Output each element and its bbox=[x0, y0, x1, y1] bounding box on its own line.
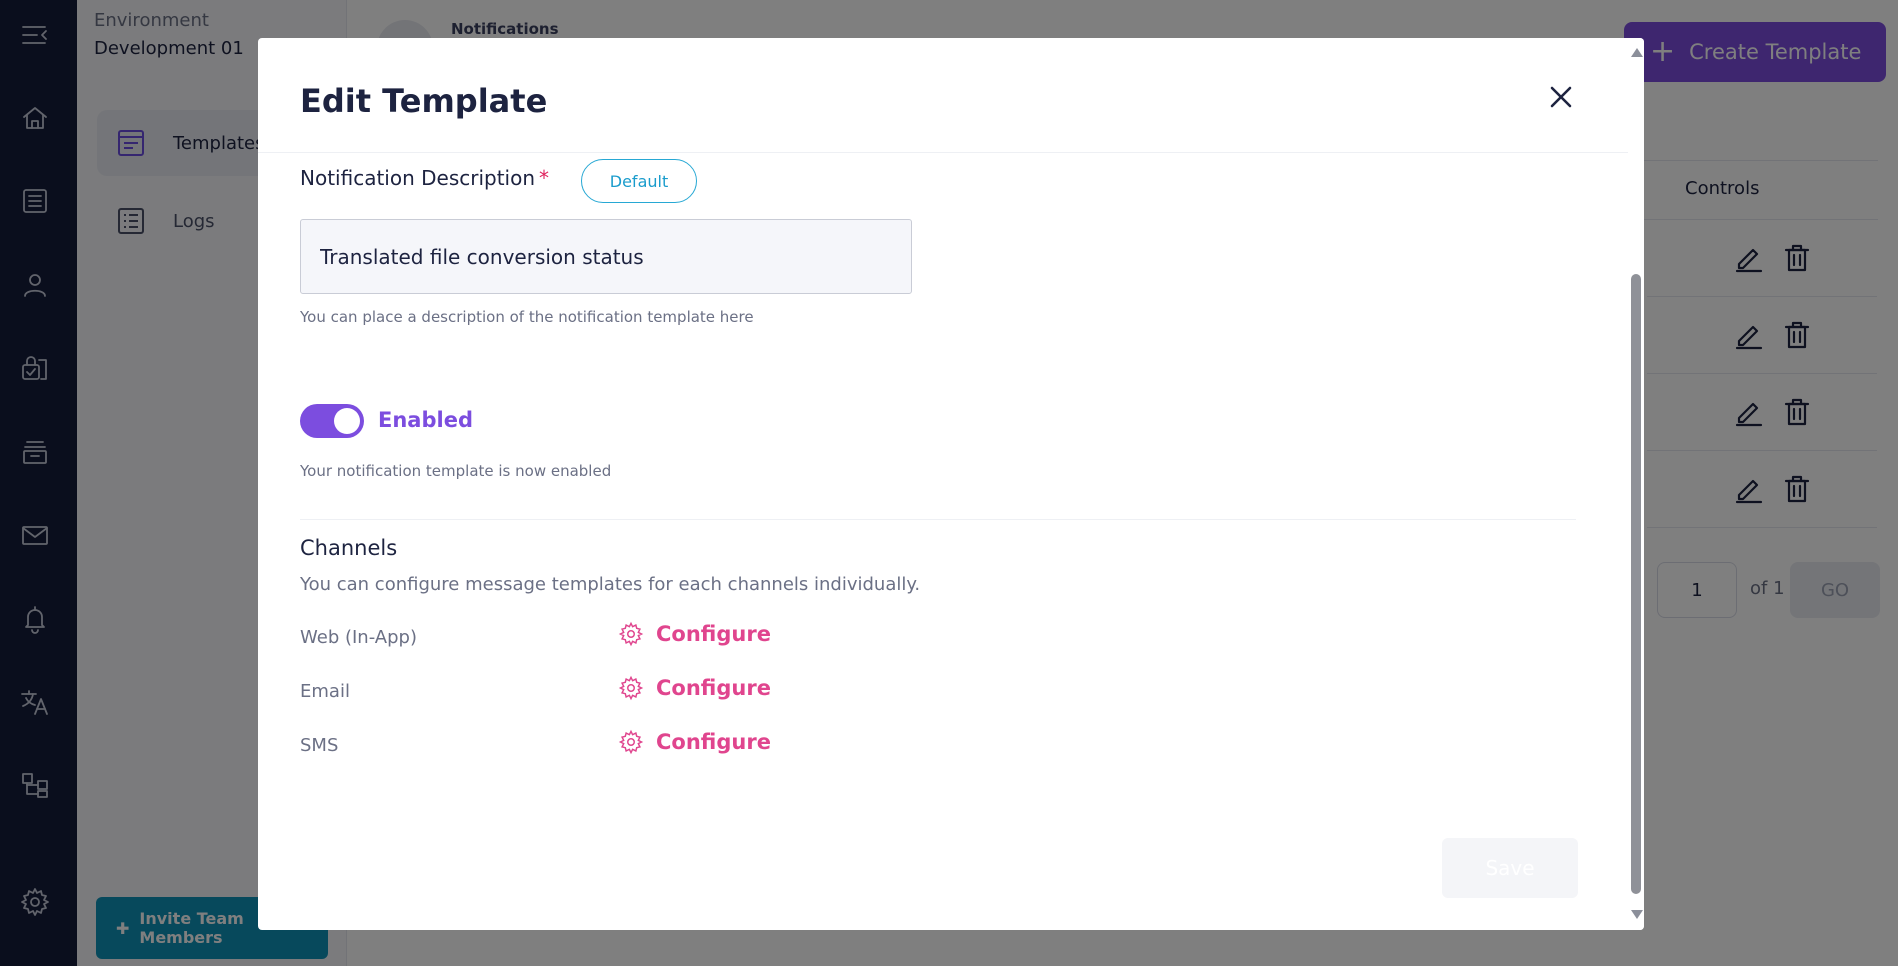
description-field-label: Notification Description * bbox=[300, 166, 549, 190]
configure-label: Configure bbox=[656, 730, 771, 754]
close-button[interactable] bbox=[1546, 82, 1576, 112]
description-input[interactable] bbox=[300, 219, 912, 294]
gear-icon bbox=[618, 675, 644, 701]
gear-icon bbox=[618, 621, 644, 647]
default-button[interactable]: Default bbox=[581, 159, 697, 203]
configure-label: Configure bbox=[656, 622, 771, 646]
configure-label: Configure bbox=[656, 676, 771, 700]
toggle-label: Enabled bbox=[378, 408, 473, 432]
modal-title: Edit Template bbox=[300, 82, 548, 120]
description-helper-text: You can place a description of the notif… bbox=[300, 308, 754, 326]
modal-header: Edit Template bbox=[258, 38, 1628, 153]
modal-scrollbar[interactable] bbox=[1628, 38, 1644, 930]
configure-sms-button[interactable]: Configure bbox=[618, 729, 771, 755]
save-button[interactable]: Save bbox=[1442, 838, 1578, 898]
channel-name: Web (In-App) bbox=[300, 627, 417, 648]
channel-name: Email bbox=[300, 681, 350, 702]
configure-web-button[interactable]: Configure bbox=[618, 621, 771, 647]
scroll-down-arrow[interactable] bbox=[1631, 910, 1643, 919]
enabled-toggle[interactable] bbox=[300, 404, 364, 438]
channel-name: SMS bbox=[300, 735, 339, 756]
toggle-helper-text: Your notification template is now enable… bbox=[300, 462, 612, 480]
channel-row-email: Email Configure bbox=[300, 673, 900, 713]
channels-title: Channels bbox=[300, 536, 398, 560]
channels-subtitle: You can configure message templates for … bbox=[300, 574, 921, 595]
scroll-thumb[interactable] bbox=[1631, 274, 1641, 894]
close-icon bbox=[1550, 86, 1572, 108]
scroll-up-arrow[interactable] bbox=[1631, 48, 1643, 57]
gear-icon bbox=[618, 729, 644, 755]
configure-email-button[interactable]: Configure bbox=[618, 675, 771, 701]
description-label-text: Notification Description bbox=[300, 166, 536, 190]
toggle-knob bbox=[334, 408, 360, 434]
edit-template-modal: Edit Template Notification Description * … bbox=[258, 38, 1644, 930]
channel-row-sms: SMS Configure bbox=[300, 727, 900, 767]
divider bbox=[300, 519, 1576, 520]
channel-row-web: Web (In-App) Configure bbox=[300, 619, 900, 659]
required-marker: * bbox=[539, 166, 550, 190]
